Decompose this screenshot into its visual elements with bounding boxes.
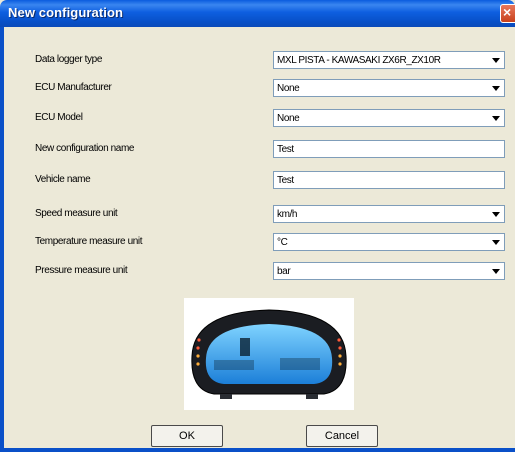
dashboard-device-image (184, 298, 354, 410)
ecu-manufacturer-label: ECU Manufacturer (35, 82, 112, 93)
speed-measure-unit-value: km/h (277, 209, 298, 220)
window-title: New configuration (8, 5, 124, 20)
row-temperature-measure-unit: Temperature measure unit °C (0, 233, 515, 253)
row-speed-measure-unit: Speed measure unit km/h (0, 205, 515, 225)
chevron-down-icon[interactable] (489, 81, 503, 95)
chevron-down-icon[interactable] (489, 111, 503, 125)
vehicle-name-field[interactable]: Test (273, 171, 505, 189)
row-ecu-manufacturer: ECU Manufacturer None (0, 79, 515, 99)
ecu-manufacturer-value: None (277, 83, 300, 94)
ecu-model-value: None (277, 113, 300, 124)
new-configuration-name-label: New configuration name (35, 143, 135, 154)
pressure-measure-unit-label: Pressure measure unit (35, 265, 128, 276)
row-vehicle-name: Vehicle name Test (0, 171, 515, 191)
close-button[interactable]: × (500, 4, 515, 23)
temperature-measure-unit-label: Temperature measure unit (35, 236, 143, 247)
dash-display-icon (191, 309, 347, 399)
ok-button[interactable]: OK (151, 425, 223, 447)
pressure-measure-unit-value: bar (277, 266, 291, 277)
window-frame-bottom (0, 448, 515, 452)
title-bar[interactable]: New configuration × (0, 0, 515, 27)
chevron-down-icon[interactable] (489, 264, 503, 278)
row-new-configuration-name: New configuration name Test (0, 140, 515, 160)
new-configuration-name-field[interactable]: Test (273, 140, 505, 158)
data-logger-type-select[interactable]: MXL PISTA - KAWASAKI ZX6R_ZX10R (273, 51, 505, 69)
speed-measure-unit-label: Speed measure unit (35, 208, 118, 219)
row-pressure-measure-unit: Pressure measure unit bar (0, 262, 515, 282)
ecu-model-label: ECU Model (35, 112, 83, 123)
data-logger-type-value: MXL PISTA - KAWASAKI ZX6R_ZX10R (277, 55, 441, 66)
data-logger-type-label: Data logger type (35, 54, 102, 65)
row-ecu-model: ECU Model None (0, 109, 515, 129)
new-configuration-dialog: New configuration × Data logger type MXL… (0, 0, 515, 452)
speed-measure-unit-select[interactable]: km/h (273, 205, 505, 223)
temperature-measure-unit-select[interactable]: °C (273, 233, 505, 251)
row-data-logger-type: Data logger type MXL PISTA - KAWASAKI ZX… (0, 51, 515, 71)
vehicle-name-value: Test (277, 175, 294, 186)
close-icon: × (503, 4, 512, 20)
new-configuration-name-value: Test (277, 144, 294, 155)
pressure-measure-unit-select[interactable]: bar (273, 262, 505, 280)
ecu-model-select[interactable]: None (273, 109, 505, 127)
chevron-down-icon[interactable] (489, 207, 503, 221)
chevron-down-icon[interactable] (489, 53, 503, 67)
ecu-manufacturer-select[interactable]: None (273, 79, 505, 97)
temperature-measure-unit-value: °C (277, 237, 288, 248)
vehicle-name-label: Vehicle name (35, 174, 91, 185)
chevron-down-icon[interactable] (489, 235, 503, 249)
cancel-button[interactable]: Cancel (306, 425, 378, 447)
